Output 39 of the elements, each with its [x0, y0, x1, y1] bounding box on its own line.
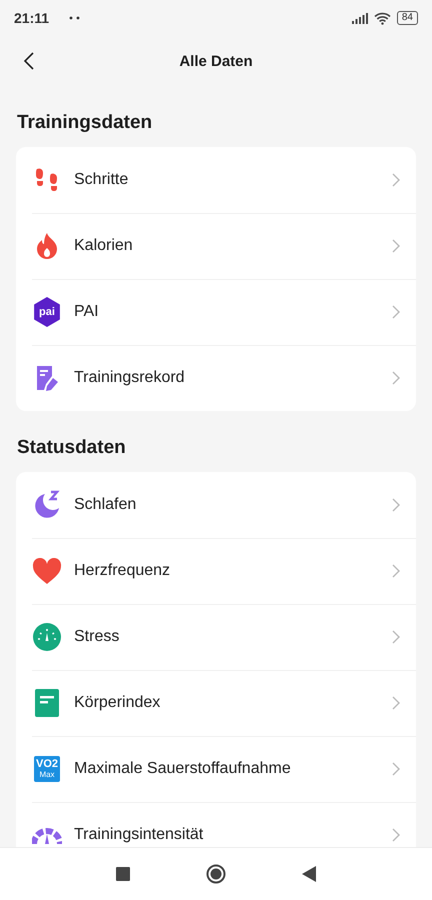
section-title: Trainingsdaten	[16, 111, 154, 135]
moon-icon	[32, 490, 62, 520]
section-title: Statusdaten	[16, 436, 127, 460]
list-item[interactable]: Schritte	[16, 147, 416, 213]
page-title: Alle Daten	[179, 52, 253, 70]
back-icon[interactable]	[23, 51, 35, 71]
list-item[interactable]: Körperindex	[16, 670, 416, 736]
heart-icon	[32, 558, 62, 584]
chevron-icon	[392, 828, 400, 842]
chevron-icon	[392, 239, 400, 253]
chevron-icon	[392, 630, 400, 644]
list-item[interactable]: Trainingsrekord	[16, 345, 416, 411]
chevron-icon	[392, 762, 400, 776]
list-item[interactable]: Schlafen	[16, 472, 416, 538]
flame-icon	[35, 232, 59, 260]
battery-indicator: 84	[396, 11, 418, 25]
list-item[interactable]: Kalorien	[16, 213, 416, 279]
list-item[interactable]: pai PAI	[16, 279, 416, 345]
chevron-icon	[392, 371, 400, 385]
status-time: 21:11	[14, 10, 50, 26]
list-item[interactable]: Trainingsintensität	[16, 802, 416, 847]
notification-dots-icon	[69, 16, 82, 20]
chevron-icon	[392, 696, 400, 710]
chevron-icon	[392, 564, 400, 578]
pai-icon: pai	[32, 297, 62, 327]
signal-icon	[352, 12, 368, 24]
list-item[interactable]: Stress	[16, 604, 416, 670]
list-item[interactable]: Herzfrequenz	[16, 538, 416, 604]
chevron-icon	[392, 173, 400, 187]
list-item[interactable]: VO2 Max Maximale Sauerstoffaufnahme	[16, 736, 416, 802]
chevron-icon	[392, 498, 400, 512]
document-pen-icon	[34, 364, 60, 392]
wifi-icon	[374, 12, 391, 24]
document-icon	[35, 689, 59, 717]
gauge-icon	[33, 623, 61, 651]
vo2-icon: VO2 Max	[34, 756, 60, 782]
back-icon[interactable]	[302, 866, 316, 882]
home-icon[interactable]	[206, 864, 226, 884]
chevron-icon	[392, 305, 400, 319]
